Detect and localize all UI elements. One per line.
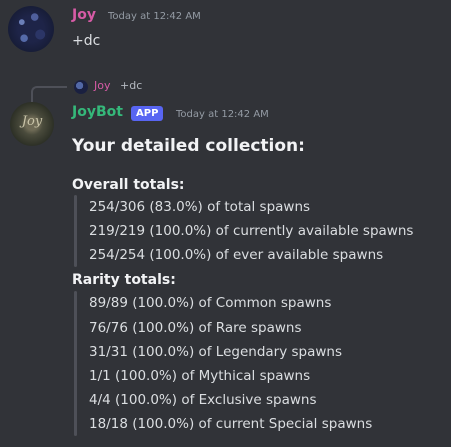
bot-message-timestamp: Today at 12:42 AM bbox=[176, 109, 269, 120]
rarity-line: 18/18 (100.0%) of current Special spawns bbox=[89, 416, 373, 432]
bot-author-name[interactable]: JoyBot bbox=[72, 104, 123, 120]
rarity-line: 4/4 (100.0%) of Exclusive spawns bbox=[89, 392, 317, 408]
rarity-line: 76/76 (100.0%) of Rare spawns bbox=[89, 320, 302, 336]
user-message-timestamp: Today at 12:42 AM bbox=[108, 11, 201, 22]
overall-line: 254/254 (100.0%) of ever available spawn… bbox=[89, 247, 384, 263]
rarity-line: 1/1 (100.0%) of Mythical spawns bbox=[89, 368, 311, 384]
overall-line: 254/306 (83.0%) of total spawns bbox=[89, 199, 311, 215]
rarity-line: 89/89 (100.0%) of Common spawns bbox=[89, 295, 332, 311]
reply-preview-text[interactable]: +dc bbox=[120, 79, 142, 92]
user-author-name[interactable]: Joy bbox=[72, 7, 96, 23]
bot-avatar[interactable]: Joy bbox=[10, 102, 54, 146]
rarity-quote-bar bbox=[74, 291, 77, 436]
rarity-line: 31/31 (100.0%) of Legendary spawns bbox=[89, 344, 342, 360]
reply-spine-line bbox=[31, 86, 67, 102]
app-badge: APP bbox=[131, 106, 164, 121]
bot-avatar-logo: Joy bbox=[21, 114, 43, 129]
overall-quote-bar bbox=[74, 195, 77, 267]
user-message-content: +dc bbox=[72, 33, 101, 49]
rarity-totals-title: Rarity totals: bbox=[72, 272, 176, 288]
user-avatar[interactable] bbox=[8, 6, 54, 52]
collection-heading: Your detailed collection: bbox=[72, 136, 305, 156]
overall-line: 219/219 (100.0%) of currently available … bbox=[89, 223, 414, 239]
reply-avatar[interactable] bbox=[74, 80, 88, 94]
overall-totals-title: Overall totals: bbox=[72, 177, 185, 193]
reply-author-name[interactable]: Joy bbox=[94, 79, 110, 92]
